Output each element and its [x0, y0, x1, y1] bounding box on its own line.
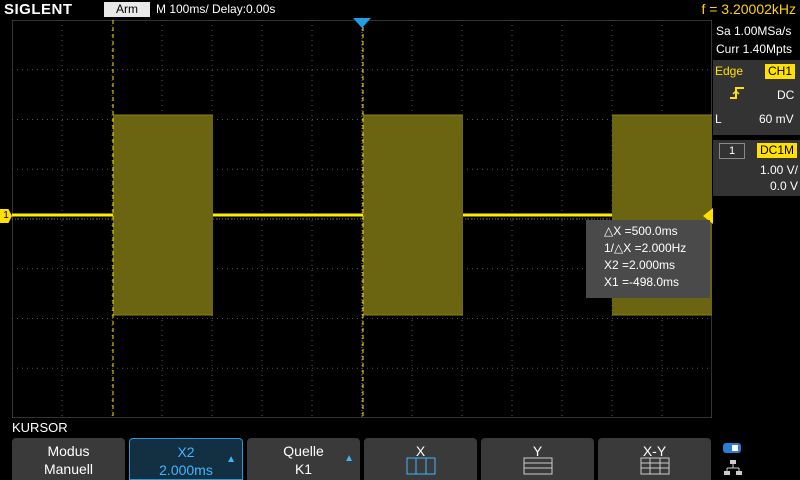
signal-burst: [113, 115, 213, 315]
y-cursor-type-button[interactable]: Y: [481, 438, 594, 480]
trigger-source: CH1: [765, 64, 796, 79]
frequency-counter: f = 3.20002kHz: [701, 1, 796, 17]
memory-depth: Curr 1.40Mpts: [716, 42, 793, 56]
delta-x-readout: △X =500.0ms: [604, 224, 678, 238]
trigger-level-value: 60 mV: [759, 112, 794, 126]
channel-marker[interactable]: 1: [0, 209, 12, 223]
waveform-display[interactable]: [12, 20, 712, 418]
xy-cursor-icon: [640, 457, 669, 475]
mode-label: Modus: [47, 443, 90, 459]
acquisition-status[interactable]: Arm: [104, 2, 150, 17]
mode-button[interactable]: Modus Manuell: [12, 438, 125, 480]
volts-per-div: 1.00 V/: [759, 163, 798, 177]
channel-number: 1: [719, 143, 745, 159]
x2-readout: X2 =2.000ms: [604, 258, 676, 272]
source-button[interactable]: Quelle K1 ▲: [247, 438, 360, 480]
cursor-measurements: △X =500.0ms 1/△X =2.000Hz X2 =2.000ms X1…: [586, 220, 710, 298]
x1-readout: X1 =-498.0ms: [604, 275, 680, 289]
y-cursor-icon: [523, 457, 552, 475]
trigger-panel[interactable]: Edge CH1 DC L 60 mV: [713, 60, 800, 135]
trigger-coupling: DC: [777, 88, 795, 102]
channel-offset: 0.0 V: [769, 179, 798, 193]
brand-logo: SIGLENT: [4, 1, 73, 18]
menu-title: KURSOR: [12, 420, 68, 435]
trigger-type: Edge: [715, 64, 744, 78]
network-icon: [724, 460, 742, 475]
mode-value: Manuell: [43, 461, 94, 477]
knob-arrow-icon: ▲: [344, 453, 354, 464]
xy-cursor-type-button[interactable]: X-Y: [598, 438, 711, 480]
x-cursor-type-button[interactable]: X: [364, 438, 477, 480]
trigger-position-marker[interactable]: [353, 18, 371, 28]
x2-cursor-button[interactable]: X2 2.000ms ▲: [129, 438, 243, 480]
x-cursor-icon: [406, 457, 435, 475]
timebase-readout[interactable]: M 100ms/ Delay:0.00s: [156, 2, 275, 17]
source-label: Quelle: [283, 443, 324, 459]
knob-arrow-icon: ▲: [226, 454, 236, 465]
channel-panel[interactable]: 1 DC1M 1.00 V/ 0.0 V: [713, 140, 800, 196]
rising-edge-icon: [729, 86, 745, 105]
trigger-level-label: L: [715, 112, 722, 126]
inverse-delta-x-readout: 1/△X =2.000Hz: [604, 241, 687, 255]
channel-coupling: DC1M: [757, 143, 798, 158]
source-value: K1: [294, 461, 313, 477]
sample-rate: Sa 1.00MSa/s: [716, 24, 792, 38]
signal-burst: [363, 115, 463, 315]
usb-icon: [723, 443, 741, 453]
